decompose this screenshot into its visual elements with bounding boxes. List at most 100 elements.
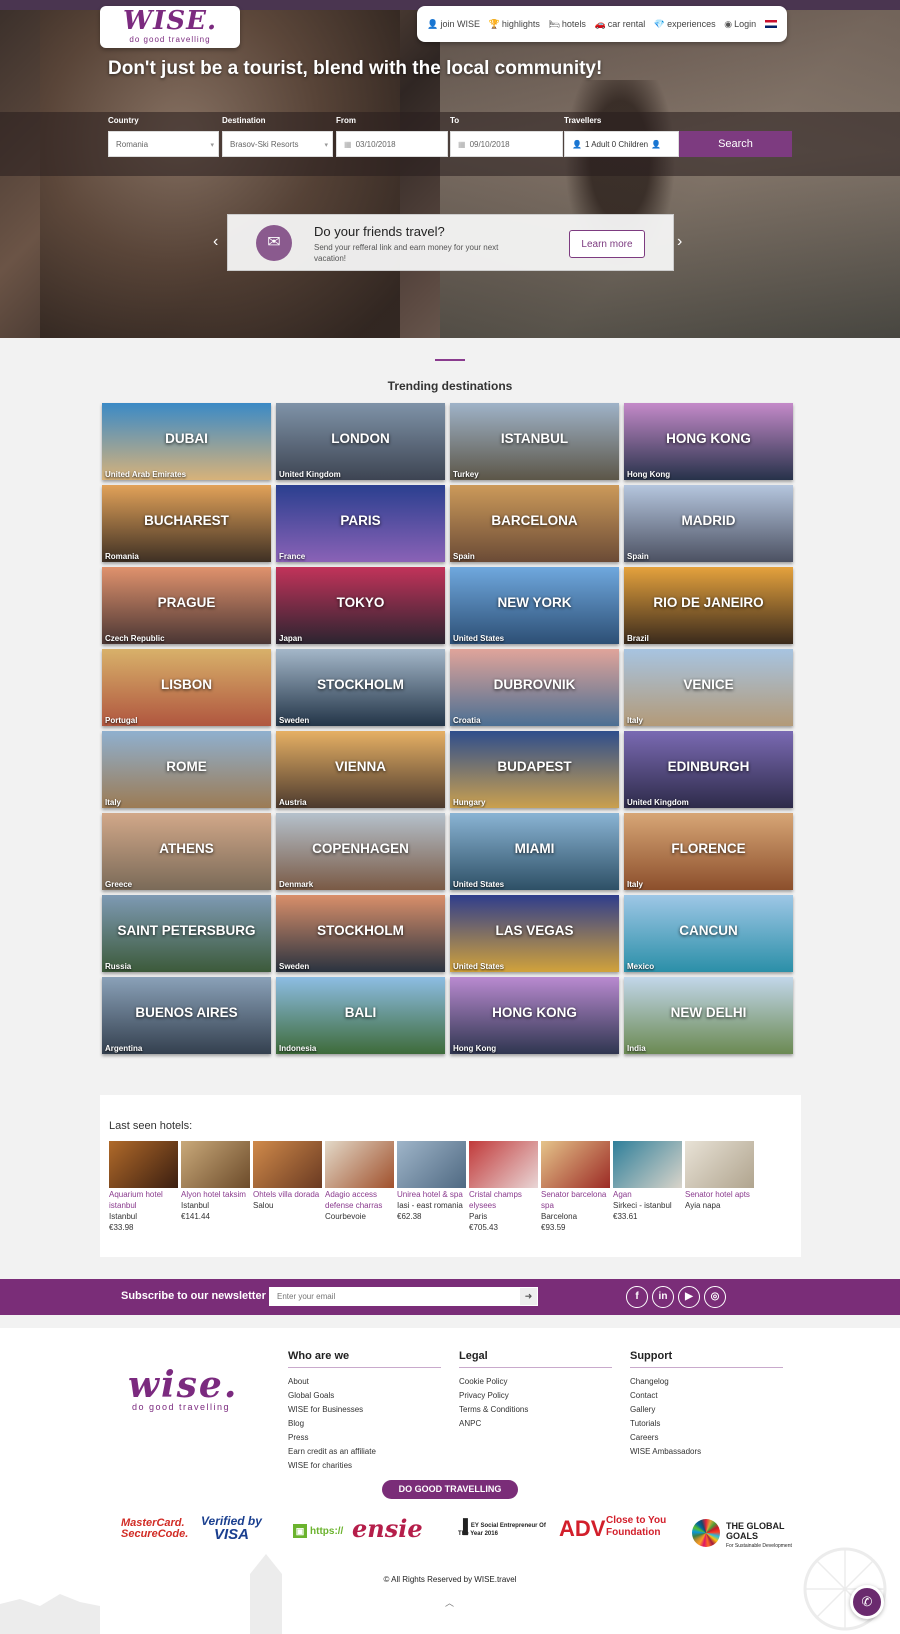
hotel-card[interactable]: Alyon hotel taksim Istanbul €141.44 [181, 1141, 250, 1222]
destination-tile[interactable]: RIO DE JANEIRO Brazil [624, 567, 793, 644]
hotel-card[interactable]: Senator hotel apts Ayia napa [685, 1141, 754, 1211]
instagram-icon[interactable]: ◎ [704, 1286, 726, 1308]
destination-tile[interactable]: CANCUN Mexico [624, 895, 793, 972]
hotel-card[interactable]: Ohtels villa dorada Salou [253, 1141, 322, 1211]
hotel-image[interactable] [253, 1141, 322, 1188]
nav-item-car-rental[interactable]: 🚗 car rental [595, 19, 646, 30]
destination-tile[interactable]: STOCKHOLM Sweden [276, 895, 445, 972]
hotel-name[interactable]: Agan [613, 1189, 682, 1200]
hotel-image[interactable] [541, 1141, 610, 1188]
footer-link[interactable]: WISE for Businesses [288, 1403, 441, 1417]
destination-tile[interactable]: LONDON United Kingdom [276, 403, 445, 480]
hotel-card[interactable]: Unirea hotel & spa Iasi - east romania €62… [397, 1141, 466, 1222]
destination-tile[interactable]: DUBAI United Arab Emirates [102, 403, 271, 480]
destination-tile[interactable]: LAS VEGAS United States [450, 895, 619, 972]
country-select[interactable]: Romania ▾ [108, 131, 219, 157]
destination-tile[interactable]: SAINT PETERSBURG Russia [102, 895, 271, 972]
footer-logo[interactable]: wise. [128, 1364, 238, 1406]
footer-link[interactable]: Contact [630, 1389, 783, 1403]
destination-tile[interactable]: LISBON Portugal [102, 649, 271, 726]
footer-link[interactable]: Tutorials [630, 1417, 783, 1431]
learn-more-button[interactable]: Learn more [569, 230, 645, 258]
destination-tile[interactable]: HONG KONG Hong Kong [450, 977, 619, 1054]
hotel-image[interactable] [469, 1141, 538, 1188]
destination-tile[interactable]: BALI Indonesia [276, 977, 445, 1054]
footer-link[interactable]: About [288, 1375, 441, 1389]
destination-tile[interactable]: BUDAPEST Hungary [450, 731, 619, 808]
footer-link[interactable]: Global Goals [288, 1389, 441, 1403]
footer-link[interactable]: ANPC [459, 1417, 612, 1431]
nav-item-experiences[interactable]: 💎 experiences [654, 19, 716, 30]
newsletter-email-input[interactable] [269, 1287, 538, 1306]
destination-tile[interactable]: PRAGUE Czech Republic [102, 567, 271, 644]
chevron-up-icon[interactable]: ︿ [445, 1596, 454, 1609]
destination-tile[interactable]: ATHENS Greece [102, 813, 271, 890]
destination-tile[interactable]: NEW DELHI India [624, 977, 793, 1054]
footer-link[interactable]: Gallery [630, 1403, 783, 1417]
youtube-icon[interactable]: ▶ [678, 1286, 700, 1308]
destination-tile[interactable]: DUBROVNIK Croatia [450, 649, 619, 726]
destination-tile[interactable]: VENICE Italy [624, 649, 793, 726]
hotel-image[interactable] [397, 1141, 466, 1188]
hotel-name[interactable]: Adagio access defense charras [325, 1189, 394, 1211]
hotel-name[interactable]: Cristal champs elysees [469, 1189, 538, 1211]
hotel-image[interactable] [181, 1141, 250, 1188]
nav-item-highlights[interactable]: 🏆 highlights [489, 19, 540, 30]
hotel-card[interactable]: Cristal champs elysees Paris €705.43 [469, 1141, 538, 1233]
nav-item-hotels[interactable]: 🛏 hotels [548, 19, 585, 30]
footer-link[interactable]: Earn credit as an affiliate [288, 1445, 441, 1459]
destination-tile[interactable]: HONG KONG Hong Kong [624, 403, 793, 480]
hotel-image[interactable] [109, 1141, 178, 1188]
facebook-icon[interactable]: f [626, 1286, 648, 1308]
footer-link[interactable]: Privacy Policy [459, 1389, 612, 1403]
footer-link[interactable]: Press [288, 1431, 441, 1445]
hotel-name[interactable]: Senator hotel apts [685, 1189, 754, 1200]
footer-link[interactable]: Blog [288, 1417, 441, 1431]
hotel-name[interactable]: Alyon hotel taksim [181, 1189, 250, 1200]
search-button[interactable]: Search [679, 131, 792, 157]
destination-tile[interactable]: BUCHAREST Romania [102, 485, 271, 562]
uk-flag-icon[interactable] [764, 20, 777, 28]
destination-tile[interactable]: STOCKHOLM Sweden [276, 649, 445, 726]
destination-tile[interactable]: EDINBURGH United Kingdom [624, 731, 793, 808]
footer-link[interactable]: Cookie Policy [459, 1375, 612, 1389]
nav-item-join-wise[interactable]: 👤 join WISE [427, 19, 480, 30]
hotel-card[interactable]: Aquarium hotel istanbul Istanbul €33.98 [109, 1141, 178, 1233]
destination-select[interactable]: Brasov-Ski Resorts ▾ [222, 131, 333, 157]
footer-link[interactable]: Terms & Conditions [459, 1403, 612, 1417]
carousel-prev-icon[interactable]: ‹ [213, 233, 218, 251]
hotel-image[interactable] [685, 1141, 754, 1188]
destination-tile[interactable]: MADRID Spain [624, 485, 793, 562]
destination-tile[interactable]: PARIS France [276, 485, 445, 562]
messenger-chat-icon[interactable]: ✆ [850, 1585, 884, 1619]
destination-tile[interactable]: BUENOS AIRES Argentina [102, 977, 271, 1054]
nav-item-login[interactable]: ◉ Login [724, 19, 756, 30]
footer-link[interactable]: Changelog [630, 1375, 783, 1389]
hotel-card[interactable]: Senator barcelona spa Barcelona €93.59 [541, 1141, 610, 1233]
destination-tile[interactable]: COPENHAGEN Denmark [276, 813, 445, 890]
arrow-right-icon[interactable]: ➜ [520, 1288, 537, 1305]
destination-tile[interactable]: TOKYO Japan [276, 567, 445, 644]
hotel-card[interactable]: Agan Sirkeci - istanbul €33.61 [613, 1141, 682, 1222]
linkedin-icon[interactable]: in [652, 1286, 674, 1308]
destination-tile[interactable]: MIAMI United States [450, 813, 619, 890]
hotel-image[interactable] [325, 1141, 394, 1188]
hotel-name[interactable]: Aquarium hotel istanbul [109, 1189, 178, 1211]
destination-tile[interactable]: ROME Italy [102, 731, 271, 808]
header-logo[interactable]: WISE. do good travelling [100, 6, 240, 48]
carousel-next-icon[interactable]: › [677, 233, 682, 251]
destination-tile[interactable]: NEW YORK United States [450, 567, 619, 644]
hotel-name[interactable]: Unirea hotel & spa [397, 1189, 466, 1200]
footer-link[interactable]: WISE for charities [288, 1459, 441, 1473]
hotel-name[interactable]: Senator barcelona spa [541, 1189, 610, 1211]
destination-tile[interactable]: ISTANBUL Turkey [450, 403, 619, 480]
hotel-card[interactable]: Adagio access defense charras Courbevoie [325, 1141, 394, 1222]
footer-link[interactable]: WISE Ambassadors [630, 1445, 783, 1459]
destination-tile[interactable]: VIENNA Austria [276, 731, 445, 808]
destination-tile[interactable]: BARCELONA Spain [450, 485, 619, 562]
travellers-select[interactable]: 👤 1 Adult 0 Children 👤 [564, 131, 679, 157]
destination-tile[interactable]: FLORENCE Italy [624, 813, 793, 890]
from-date-input[interactable]: ▦ 03/10/2018 [336, 131, 448, 157]
hotel-name[interactable]: Ohtels villa dorada [253, 1189, 322, 1200]
hotel-image[interactable] [613, 1141, 682, 1188]
